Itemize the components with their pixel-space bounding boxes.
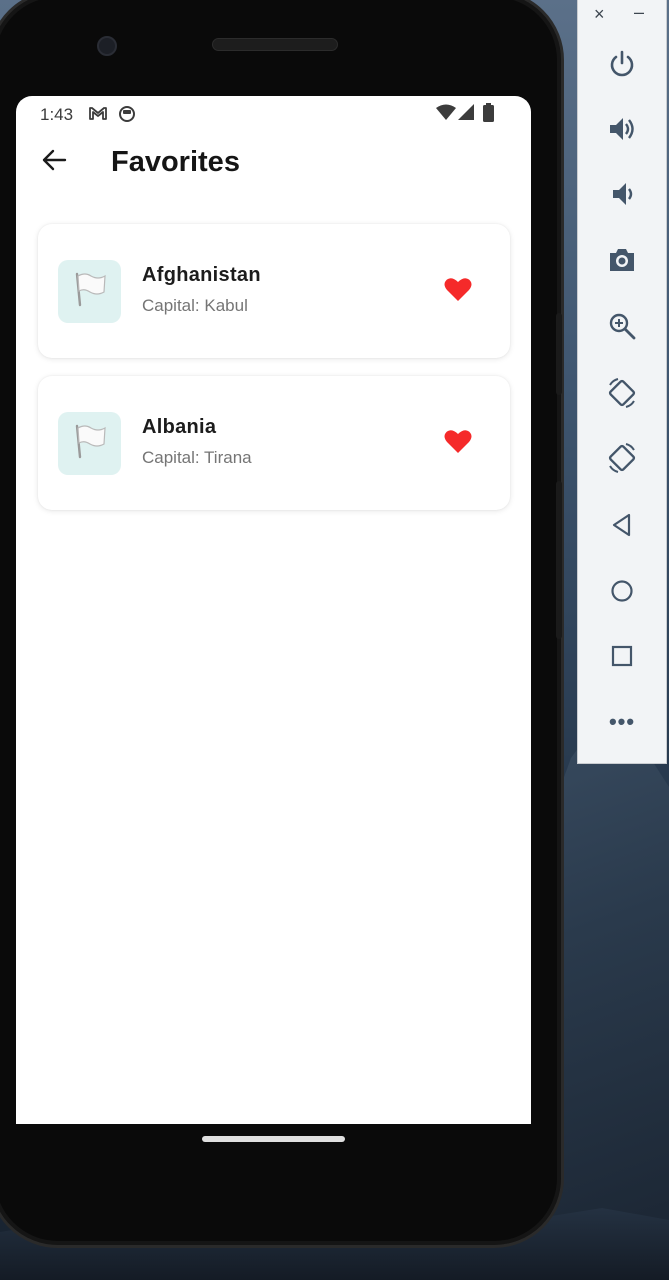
emulator-window-controls: × – xyxy=(578,0,668,34)
sync-icon xyxy=(118,105,136,128)
status-time: 1:43 xyxy=(40,105,74,124)
favorite-card[interactable]: Afghanistan Capital: Kabul xyxy=(38,224,510,358)
nav-back-button[interactable] xyxy=(600,505,644,549)
rotate-left-icon xyxy=(605,376,639,415)
close-button[interactable]: × xyxy=(594,4,605,25)
gmail-icon xyxy=(88,105,108,126)
favorite-card[interactable]: Albania Capital: Tirana xyxy=(38,376,510,510)
nav-home-button[interactable] xyxy=(600,571,644,615)
phone-volume-button xyxy=(556,481,562,639)
arrow-back-icon xyxy=(41,147,67,178)
volume-down-icon xyxy=(607,179,637,214)
camera-icon xyxy=(607,245,637,280)
zoom-icon xyxy=(607,311,637,346)
power-button[interactable] xyxy=(600,44,644,88)
more-icon: ••• xyxy=(608,709,636,734)
volume-down-button[interactable] xyxy=(600,174,644,218)
status-bar: 1:43 xyxy=(16,96,531,132)
rotate-right-button[interactable] xyxy=(600,438,644,482)
country-name: Afghanistan xyxy=(142,264,261,286)
phone-screen: 1:43 Favorites Afghanistan Capital: Kabu… xyxy=(16,96,531,1124)
white-flag-icon xyxy=(71,422,109,465)
page-title: Favorites xyxy=(111,146,240,178)
power-icon xyxy=(607,49,637,84)
rotate-left-button[interactable] xyxy=(600,373,644,417)
flag-thumbnail xyxy=(58,260,121,323)
more-button[interactable]: ••• xyxy=(600,700,644,744)
heart-icon xyxy=(444,429,472,459)
home-nav-icon xyxy=(609,578,635,609)
nav-overview-button[interactable] xyxy=(600,636,644,680)
flag-thumbnail xyxy=(58,412,121,475)
country-capital: Capital: Tirana xyxy=(142,448,252,467)
heart-icon xyxy=(444,277,472,307)
earpiece-speaker xyxy=(212,38,338,51)
overview-nav-icon xyxy=(609,643,635,674)
back-nav-icon xyxy=(609,512,635,543)
favorite-toggle-button[interactable] xyxy=(438,274,478,310)
screenshot-button[interactable] xyxy=(600,240,644,284)
zoom-button[interactable] xyxy=(600,306,644,350)
minimize-button[interactable]: – xyxy=(634,2,644,23)
wifi-icon xyxy=(436,104,456,125)
emulator-toolbar: × – ••• xyxy=(577,0,667,764)
country-capital: Capital: Kabul xyxy=(142,296,248,315)
gesture-home-bar[interactable] xyxy=(202,1136,345,1142)
phone-power-button xyxy=(556,313,562,395)
back-button[interactable] xyxy=(34,142,74,182)
white-flag-icon xyxy=(71,270,109,313)
battery-icon xyxy=(483,103,494,127)
app-bar: Favorites xyxy=(16,132,531,196)
favorite-toggle-button[interactable] xyxy=(438,426,478,462)
front-camera xyxy=(97,36,117,56)
rotate-right-icon xyxy=(605,441,639,480)
signal-icon xyxy=(458,104,474,125)
volume-up-button[interactable] xyxy=(600,109,644,153)
country-name: Albania xyxy=(142,416,217,438)
volume-up-icon xyxy=(607,114,637,149)
